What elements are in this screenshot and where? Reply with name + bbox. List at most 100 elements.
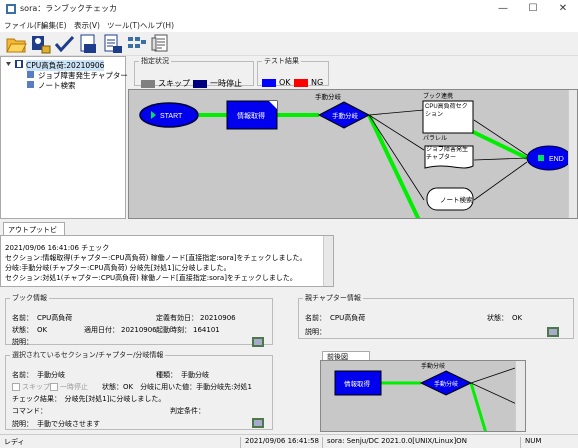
book-apply-label: 適用日付：: [84, 326, 119, 334]
book-info-panel: ブック情報 名前： CPU高負荷 定義有効日： 20210906 状態： OK 適用日…: [5, 293, 273, 347]
output-line-2: 分岐:手動分岐(チャプター:CPU高負荷) 分岐先[対処1]に分岐しました。: [5, 264, 231, 272]
sel-kind-value: 手動分岐: [181, 371, 209, 379]
stop-icon: [538, 155, 544, 161]
sel-status-text: 状態：OK 分岐に用いた値：手動分岐先:対処1: [102, 383, 252, 391]
app-icon: [6, 4, 16, 14]
output-view: 2021/09/06 16:41:06 チェック セクション:情報取得(チャプタ…: [0, 235, 334, 287]
test-result-title: テスト結果: [264, 57, 299, 65]
title-bar: sora：ランブックチェッカ — ☐ ✕: [0, 0, 578, 18]
parent-name-value: CPU高負荷: [330, 314, 366, 322]
parent-status-label: 状態：: [487, 314, 508, 322]
note-label: ノート検索: [440, 195, 473, 204]
minimap-scrollbar[interactable]: [515, 361, 525, 431]
sel-edit-icon[interactable]: [252, 418, 264, 428]
maximize-button[interactable]: ☐: [518, 0, 548, 18]
menu-edit[interactable]: 編集(E): [41, 20, 67, 31]
flow-line-to-end: [468, 128, 528, 160]
info-label: 情報取得: [237, 111, 265, 120]
user-settings-icon[interactable]: [30, 34, 51, 54]
tab-output[interactable]: アウトプットビュー: [3, 222, 65, 244]
sel-desc-value: 手動で分岐させます: [37, 420, 100, 428]
sel-command-label: コマンド：: [12, 407, 47, 415]
book-label: CPU高負荷セクション: [425, 104, 468, 118]
note-icon: [27, 81, 34, 88]
sel-check-result: チェック結果： 分岐先[対処1]に分岐しました。: [12, 395, 166, 403]
sel-judge-label: 判定条件：: [170, 407, 205, 415]
book-def-value: 20210906: [200, 314, 236, 322]
book-caption: ブック連携: [423, 92, 453, 100]
book-info-title: ブック情報: [12, 294, 47, 302]
selection-info-panel: 選択されているセクション/チャプター/分岐情報 名前： 手動分岐 種類： 手動分岐 …: [5, 350, 273, 430]
tree-view: CPU高負荷:20210906 ジョブ障害発生チャプター ノート検索: [0, 56, 128, 219]
output-line-1: セクション:情報取得(チャプター:CPU高負荷) 稼働ノード[直接指定:sora…: [5, 254, 307, 262]
spec-status-legend: 指定状況 スキップ 一時停止: [134, 56, 254, 89]
output-line-0: 2021/09/06 16:41:06 チェック: [5, 244, 110, 252]
book-name-value: CPU高負荷: [37, 314, 73, 322]
toolbar: [0, 32, 578, 56]
branch-caption: 手動分岐: [315, 92, 342, 101]
flow-diagram: START 情報取得 手動分岐 手動分岐 ブック連携 CPU高負荷セクション パ…: [128, 89, 578, 219]
flow-scrollbar[interactable]: [568, 90, 577, 218]
close-button[interactable]: ✕: [548, 0, 578, 18]
chapter-icon: [27, 71, 34, 78]
book-status-value: OK: [37, 326, 48, 334]
tree-item-note-search[interactable]: ノート検索: [38, 80, 76, 91]
open-folder-icon[interactable]: [6, 34, 27, 54]
test-result-legend: テスト結果 OK NG: [257, 56, 329, 87]
book-status-label: 状態：: [12, 326, 33, 334]
save-document-icon[interactable]: [78, 34, 99, 54]
book-icon: [15, 60, 23, 68]
ng-swatch: [294, 78, 308, 87]
minimap-info-label: 情報取得: [344, 379, 371, 388]
book-def-label: 定義有効日：: [156, 314, 198, 322]
sel-skip-checkbox[interactable]: スキップ: [12, 382, 50, 392]
output-scrollbar[interactable]: [323, 236, 333, 286]
parent-status-value: OK: [512, 314, 523, 322]
sel-name-value: 手動分岐: [37, 371, 65, 379]
menu-view[interactable]: 表示(V): [74, 20, 100, 31]
job-label: ジョブ障害発生チャプター: [426, 147, 469, 161]
branch-label: 手動分岐: [332, 111, 359, 120]
status-num: NUM: [520, 437, 541, 448]
status-bar: レディ 2021/09/06 16:41:58 sora: Senju/DC 2…: [0, 434, 578, 448]
parallel-caption: パラレル: [423, 135, 447, 142]
sel-desc-label: 説明：: [12, 420, 33, 428]
minimap-caption: 手動分岐: [421, 362, 445, 370]
parent-name-label: 名前：: [305, 314, 326, 322]
menu-tools[interactable]: ツール(T): [107, 20, 140, 31]
export-document-icon[interactable]: [102, 34, 123, 54]
status-ready: レディ: [4, 438, 25, 446]
start-label: START: [160, 113, 183, 120]
status-host: sora: Senju/DC 2021.0.0[UNIX/Linux]ON: [322, 437, 467, 448]
grid-layout-icon[interactable]: [126, 34, 147, 54]
book-apply-value: 20210906: [121, 326, 157, 334]
check-icon[interactable]: [54, 34, 75, 54]
parent-edit-icon[interactable]: [547, 327, 559, 337]
minimize-button[interactable]: —: [488, 0, 518, 18]
sel-kind-label: 種類：: [156, 371, 177, 379]
menu-help[interactable]: ヘルプ(H): [140, 20, 174, 31]
book-start-label: 起動時刻：: [156, 326, 191, 334]
sel-name-label: 名前：: [12, 371, 33, 379]
legend-ok: OK: [262, 78, 291, 87]
sel-pause-checkbox[interactable]: 一時停止: [50, 382, 88, 392]
parent-chapter-title: 親チャプター情報: [305, 294, 361, 302]
end-label: END: [549, 156, 564, 163]
notes-icon[interactable]: [150, 34, 171, 54]
selection-info-title: 選択されているセクション/チャプター/分岐情報: [12, 351, 164, 359]
legend-skip: スキップ: [141, 78, 190, 89]
legend-ng: NG: [294, 78, 323, 87]
pause-swatch: [193, 79, 207, 88]
parent-desc-label: 説明：: [305, 328, 326, 336]
ok-swatch: [262, 78, 276, 87]
tree-collapse-icon[interactable]: [5, 61, 12, 70]
book-start-value: 164101: [193, 326, 220, 334]
spec-status-title: 指定状況: [141, 57, 169, 65]
book-desc-label: 説明：: [12, 338, 33, 346]
minimap: 情報取得 手動分岐 手動分岐: [320, 360, 526, 432]
menu-file[interactable]: ファイル(F): [4, 20, 44, 31]
output-line-3: セクション:対処1(チャプター:CPU高負荷) 稼働ノード[直接指定:sora]…: [5, 274, 297, 282]
legend-pause: 一時停止: [193, 78, 242, 89]
edit-description-icon[interactable]: [252, 337, 264, 347]
parent-chapter-panel: 親チャプター情報 名前： CPU高負荷 状態： OK 説明：: [298, 293, 574, 339]
